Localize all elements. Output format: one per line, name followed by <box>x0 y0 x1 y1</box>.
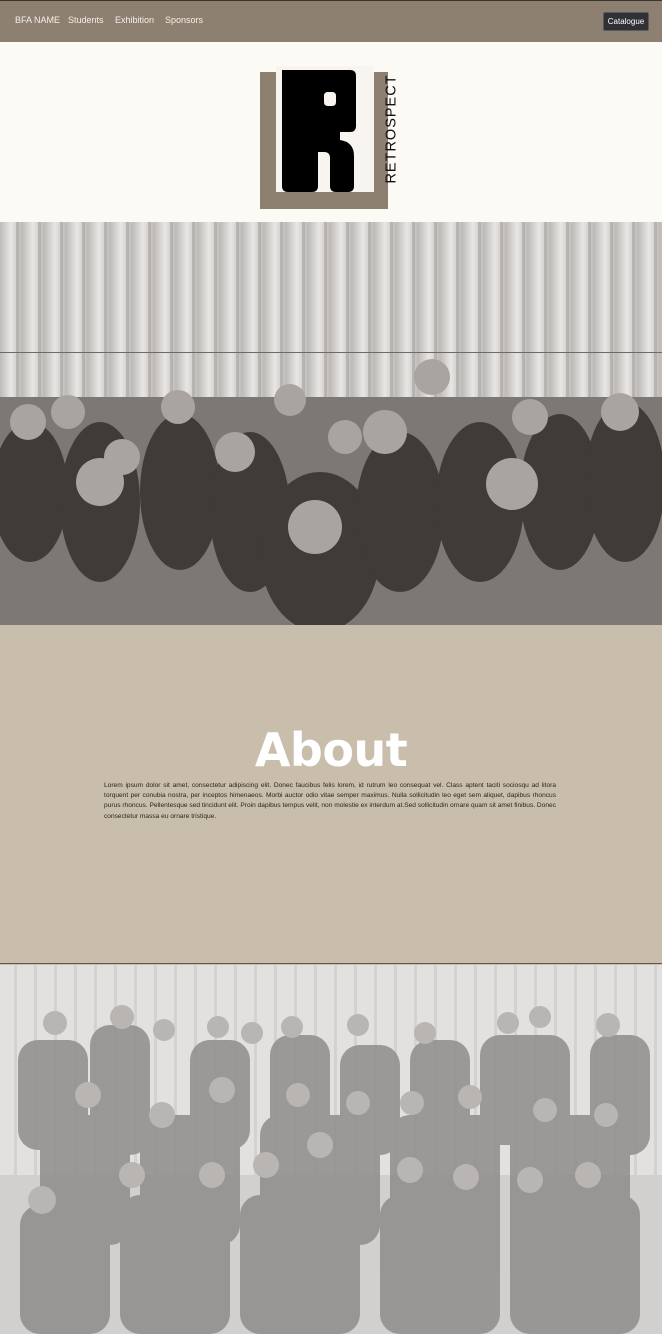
hero-photo-image <box>0 222 662 625</box>
about-body-text: Lorem ipsum dolor sit amet, consectetur … <box>104 782 556 820</box>
brand-link[interactable]: BFA NAME <box>15 15 60 25</box>
section-divider <box>0 963 662 964</box>
logo-wordmark: RETROSPECT <box>383 74 400 184</box>
group-photo-image <box>0 965 662 1334</box>
hero-group-photo <box>0 222 662 625</box>
top-navbar: BFA NAME Students Exhibition Sponsors Ca… <box>0 0 662 42</box>
retrospect-logo-mark <box>260 66 388 209</box>
about-section: About Lorem ipsum dolor sit amet, consec… <box>0 625 662 965</box>
nav-link-students[interactable]: Students <box>68 15 104 25</box>
about-heading: About <box>254 723 408 777</box>
nav-link-exhibition[interactable]: Exhibition <box>115 15 154 25</box>
class-group-photo <box>0 965 662 1334</box>
nav-link-sponsors[interactable]: Sponsors <box>165 15 203 25</box>
logo-section: RETROSPECT <box>0 42 662 222</box>
catalogue-button[interactable]: Catalogue <box>603 12 649 31</box>
